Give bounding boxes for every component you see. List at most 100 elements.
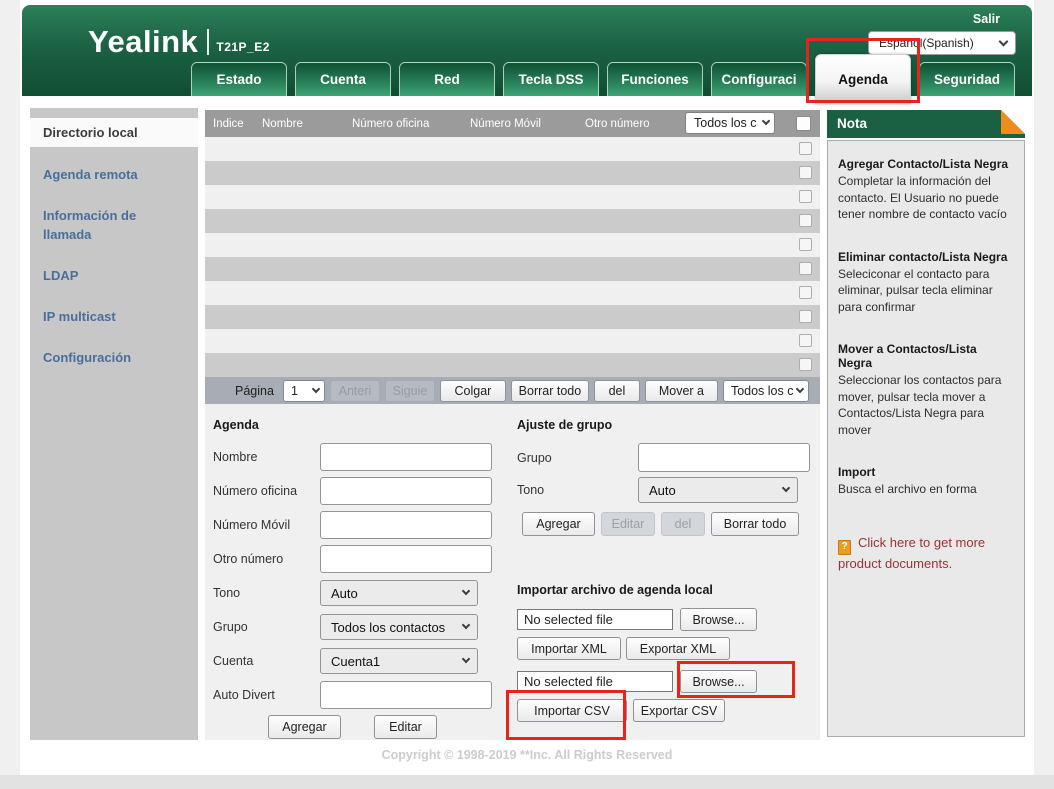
group-form-title: Ajuste de grupo <box>517 418 815 432</box>
chevron-down-icon <box>796 384 804 392</box>
tono-select[interactable]: Auto <box>320 580 478 606</box>
select-all-checkbox[interactable] <box>796 116 811 131</box>
tab-red[interactable]: Red <box>399 62 495 96</box>
main-content: ÍndiceNombreNúmero oficinaNúmero MóvilOt… <box>205 110 820 740</box>
del-group-button: del <box>661 512 705 536</box>
yealink-web-ui: Salir Yealink T21P_E2 Español(Spanish) E… <box>0 0 1054 789</box>
help-link-text: Click here to get more product documents… <box>838 535 985 571</box>
pagination-bar: Página 1 Anteri Siguie ColgarBorrar todo… <box>205 377 820 404</box>
nombre-input[interactable] <box>320 443 492 471</box>
row-checkbox[interactable] <box>799 286 812 299</box>
csv-file-input[interactable]: No selected file <box>517 671 673 692</box>
row-checkbox[interactable] <box>799 142 812 155</box>
form-row-tono: TonoAuto <box>213 579 505 607</box>
field-label-tono: Tono <box>213 586 320 600</box>
form-row-grupo: GrupoTodos los contactos <box>213 613 505 641</box>
import-xml-button[interactable]: Importar XML <box>517 637 621 660</box>
note-header: Nota <box>827 110 1025 138</box>
group-name-input[interactable] <box>638 443 810 472</box>
logout-link[interactable]: Salir <box>973 12 1000 26</box>
row-checkbox[interactable] <box>799 214 812 227</box>
language-select[interactable]: Español(Spanish) <box>868 31 1016 55</box>
row-checkbox[interactable] <box>799 190 812 203</box>
tab-configuraci[interactable]: Configuraci <box>711 62 807 96</box>
group-and-import-section: Ajuste de grupo Grupo Tono Auto AgregarE… <box>517 418 815 732</box>
form-row-auto-divert: Auto Divert <box>213 681 505 709</box>
xml-buttons-row: Importar XML Exportar XML <box>517 637 815 660</box>
tab-seguridad[interactable]: Seguridad <box>919 62 1015 96</box>
numero-movil-input[interactable] <box>320 511 492 539</box>
field-label-cuenta: Cuenta <box>213 654 320 668</box>
add-contact-button[interactable]: Agregar <box>268 715 341 739</box>
xml-file-input[interactable]: No selected file <box>517 609 673 630</box>
tab-estado[interactable]: Estado <box>191 62 287 96</box>
table-row <box>205 305 820 329</box>
tab-tecla-dss[interactable]: Tecla DSS <box>503 62 599 96</box>
move-filter-select[interactable]: Todos los c <box>723 380 809 402</box>
export-csv-button[interactable]: Exportar CSV <box>633 699 725 722</box>
tab-agenda[interactable]: Agenda <box>815 54 911 104</box>
row-checkbox[interactable] <box>799 166 812 179</box>
group-ring-select[interactable]: Auto <box>638 477 798 503</box>
del-button[interactable]: del <box>594 380 640 402</box>
page-select[interactable]: 1 <box>283 380 325 402</box>
note-section-heading: Import <box>838 465 1014 479</box>
note-section-heading: Agregar Contacto/Lista Negra <box>838 157 1014 171</box>
import-csv-button[interactable]: Importar CSV <box>517 699 627 722</box>
borrar-todo-group-button[interactable]: Borrar todo <box>711 512 799 536</box>
note-section-body: Completar la información del contacto. E… <box>838 173 1014 223</box>
numero-oficina-input[interactable] <box>320 477 492 505</box>
note-section-agregar-contacto-lista-negra: Agregar Contacto/Lista Negra Completar la… <box>838 157 1014 223</box>
row-checkbox[interactable] <box>799 358 812 371</box>
note-section-import: ImportBusca el archivo en forma <box>838 465 1014 498</box>
group-filter-select[interactable]: Todos los c <box>685 112 775 134</box>
table-row <box>205 281 820 305</box>
header: Salir Yealink T21P_E2 Español(Spanish) E… <box>22 5 1032 96</box>
edit-contact-button[interactable]: Editar <box>374 715 437 739</box>
brand-separator <box>207 29 209 55</box>
chevron-down-icon <box>782 484 790 492</box>
tab-cuenta[interactable]: Cuenta <box>295 62 391 96</box>
row-checkbox[interactable] <box>799 310 812 323</box>
auto-divert-input[interactable] <box>320 681 492 709</box>
bottom-strip <box>0 775 1054 789</box>
column-header-otro-numero: Otro número <box>585 118 685 130</box>
row-checkbox[interactable] <box>799 238 812 251</box>
field-label-nombre: Nombre <box>213 450 320 464</box>
chevron-down-icon <box>762 117 770 125</box>
contact-form-fields: NombreNúmero oficinaNúmero MóvilOtro núm… <box>213 443 505 709</box>
otro-numero-input[interactable] <box>320 545 492 573</box>
sidebar-item-agenda-remota[interactable]: Agenda remota <box>30 161 198 188</box>
mover-a-button[interactable]: Mover a <box>645 380 718 402</box>
export-xml-button[interactable]: Exportar XML <box>626 637 730 660</box>
table-row <box>205 137 820 161</box>
agregar-group-button[interactable]: Agregar <box>522 512 595 536</box>
grupo-select[interactable]: Todos los contactos <box>320 614 478 640</box>
editar-group-button: Editar <box>601 512 655 536</box>
form-row-numero-movil: Número Móvil <box>213 511 505 539</box>
cuenta-select[interactable]: Cuenta1 <box>320 648 478 674</box>
tab-funciones[interactable]: Funciones <box>607 62 703 96</box>
column-header-numero-movil: Número Móvil <box>470 118 585 130</box>
select-value: Auto <box>649 483 676 498</box>
form-row-nombre: Nombre <box>213 443 505 471</box>
group-name-label: Grupo <box>517 451 638 465</box>
sidebar-item-ldap[interactable]: LDAP <box>30 262 198 289</box>
csv-browse-button[interactable]: Browse... <box>680 670 757 693</box>
import-section-title: Importar archivo de agenda local <box>517 583 815 597</box>
note-section-body: Seleccionar los contactos para mover, pu… <box>838 372 1014 438</box>
sidebar-item-informacion-de-llamada[interactable]: Información de llamada <box>30 202 198 248</box>
sidebar-item-configuracion[interactable]: Configuración <box>30 344 198 371</box>
row-checkbox[interactable] <box>799 334 812 347</box>
field-label-otro-numero: Otro número <box>213 552 320 566</box>
sidebar-item-ip-multicast[interactable]: IP multicast <box>30 303 198 330</box>
row-checkbox[interactable] <box>799 262 812 275</box>
sidebar-item-directorio-local[interactable]: Directorio local <box>30 118 198 147</box>
colgar-button[interactable]: Colgar <box>440 380 506 402</box>
borrar-todo-button[interactable]: Borrar todo <box>511 380 589 402</box>
select-value: Cuenta1 <box>331 654 380 669</box>
xml-browse-button[interactable]: Browse... <box>680 608 757 631</box>
column-header-nombre: Nombre <box>262 118 352 130</box>
xml-file-row: No selected file Browse... <box>517 608 815 631</box>
help-link[interactable]: ?Click here to get more product document… <box>838 534 1014 574</box>
